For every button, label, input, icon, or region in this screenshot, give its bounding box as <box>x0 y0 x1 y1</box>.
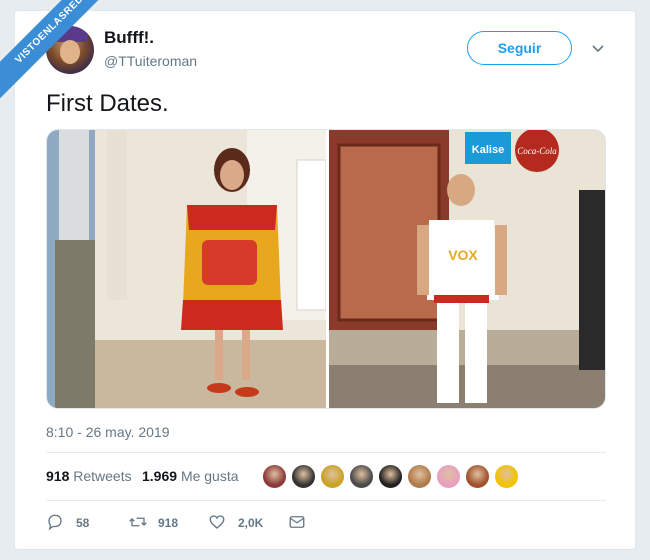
photo-left-illustration <box>47 130 327 408</box>
liker-avatar[interactable] <box>291 464 316 489</box>
reply-icon <box>48 514 62 531</box>
liker-avatar[interactable] <box>378 464 403 489</box>
likes-stat[interactable]: 1.969 Me gusta <box>142 468 239 484</box>
avatar-face <box>60 40 80 64</box>
likes-label: Me gusta <box>180 468 239 484</box>
liker-avatar[interactable] <box>262 464 287 489</box>
liker-avatar[interactable] <box>436 464 461 489</box>
liker-avatar[interactable] <box>465 464 490 489</box>
tweet-text: First Dates. <box>46 90 169 117</box>
envelope-icon <box>289 516 305 528</box>
shirt-vox-text: VOX <box>448 247 478 263</box>
retweet-count: 918 <box>158 516 179 530</box>
retweets-label: Retweets <box>73 468 132 484</box>
photo-right-illustration: Kalise Coca-Cola VOX <box>329 130 605 408</box>
retweet-icon <box>129 517 147 527</box>
tweet-timestamp[interactable]: 8:10 - 26 may. 2019 <box>46 424 169 440</box>
author-handle[interactable]: @TTuiteroman <box>104 53 197 69</box>
retweets-stat[interactable]: 918 Retweets <box>46 468 132 484</box>
liker-avatar[interactable] <box>320 464 345 489</box>
chevron-down-icon[interactable] <box>590 40 606 56</box>
like-count: 2,0K <box>238 516 264 530</box>
liker-avatar[interactable] <box>407 464 432 489</box>
heart-icon <box>209 515 225 529</box>
liker-avatar[interactable] <box>494 464 519 489</box>
media-photo-left[interactable] <box>47 130 327 408</box>
likes-count: 1.969 <box>142 468 178 484</box>
sign-cocacola: Coca-Cola <box>517 146 557 156</box>
reply-count: 58 <box>76 516 90 530</box>
sign-kalise: Kalise <box>472 144 504 156</box>
tweet-media[interactable]: Kalise Coca-Cola VOX <box>46 129 606 409</box>
divider-bottom <box>46 500 606 501</box>
follow-button[interactable]: Seguir <box>467 31 572 65</box>
media-photo-right[interactable]: Kalise Coca-Cola VOX <box>329 130 605 408</box>
divider-top <box>46 452 606 453</box>
liker-avatar[interactable] <box>349 464 374 489</box>
author-display-name[interactable]: Bufff!. <box>104 28 154 48</box>
retweets-count: 918 <box>46 468 70 484</box>
